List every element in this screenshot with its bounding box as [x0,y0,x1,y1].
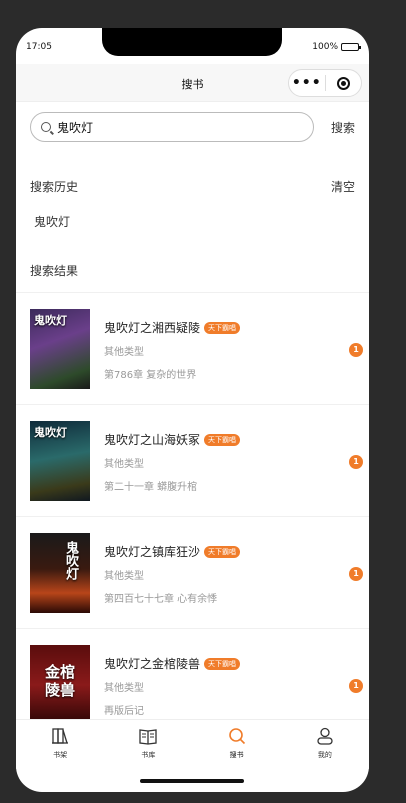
results-heading: 搜索结果 [30,264,79,278]
history-item[interactable]: 鬼吹灯 [34,213,70,230]
clear-history-button[interactable]: 清空 [331,178,355,195]
status-bar: 17:05 100% [26,42,361,56]
phone-frame: 17:05 100% 搜书 ••• 搜索 搜索历史 清空 鬼吹灯 搜索结果 [16,28,369,792]
count-badge: 1 [349,679,363,693]
battery-percent: 100% [312,42,338,52]
latest-chapter: 第二十一章 蟒腹升棺 [104,482,198,493]
latest-chapter: 第786章 复杂的世界 [104,370,197,381]
tab-bar: 书架 书库 搜书 我的 [16,719,369,769]
book-type: 其他类型 [104,459,144,470]
tab-bookshelf[interactable]: 书架 [16,720,104,769]
tab-label: 书库 [141,751,156,759]
book-icon [139,729,158,745]
history-heading: 搜索历史 [30,180,79,194]
book-item[interactable]: 鬼吹灯 鬼吹灯之镇库狂沙 天下霸唱 其他类型 第四百七十七章 心有余悸 1 [16,516,369,628]
latest-chapter: 再版后记 [104,706,144,717]
user-icon [317,727,333,745]
navigation-bar: 搜书 ••• [16,64,369,102]
book-title: 鬼吹灯之镇库狂沙 [104,545,201,559]
book-cover: 金棺陵兽 [30,645,90,725]
book-item[interactable]: 鬼吹灯 鬼吹灯之湘西疑陵 天下霸唱 其他类型 第786章 复杂的世界 1 [16,292,369,404]
count-badge: 1 [349,567,363,581]
book-cover: 鬼吹灯 [30,533,90,613]
history-header: 搜索历史 清空 [30,178,355,195]
miniapp-capsule: ••• [288,69,362,97]
target-circle-icon [336,76,350,90]
search-button[interactable]: 搜索 [331,119,355,136]
search-input[interactable] [57,120,277,134]
book-type: 其他类型 [104,347,144,358]
close-miniapp-button[interactable] [326,76,362,90]
search-icon [41,122,51,132]
count-badge: 1 [349,343,363,357]
more-dots-icon[interactable]: ••• [289,76,325,90]
author-tag: 天下霸唱 [204,657,241,670]
search-icon [228,728,245,745]
tab-profile[interactable]: 我的 [281,720,369,769]
author-tag: 天下霸唱 [204,321,241,334]
battery-indicator: 100% [312,42,361,52]
author-tag: 天下霸唱 [204,433,241,446]
book-type: 其他类型 [104,571,144,582]
tab-label: 书架 [53,751,68,759]
results-list: 鬼吹灯 鬼吹灯之湘西疑陵 天下霸唱 其他类型 第786章 复杂的世界 1 鬼吹灯… [16,292,369,740]
tab-label: 搜书 [229,751,244,759]
book-cover: 鬼吹灯 [30,309,90,389]
latest-chapter: 第四百七十七章 心有余悸 [104,594,218,605]
tab-label: 我的 [317,751,332,759]
book-title: 鬼吹灯之金棺陵兽 [104,657,201,671]
author-tag: 天下霸唱 [204,545,241,558]
book-cover: 鬼吹灯 [30,421,90,501]
book-title: 鬼吹灯之山海妖冢 [104,433,201,447]
tab-library[interactable]: 书库 [104,720,192,769]
battery-icon [341,43,361,51]
count-badge: 1 [349,455,363,469]
bookshelf-icon [52,728,69,744]
tab-search[interactable]: 搜书 [193,720,281,769]
home-indicator [140,779,244,783]
search-row: 搜索 [30,112,355,142]
book-title: 鬼吹灯之湘西疑陵 [104,321,201,335]
book-type: 其他类型 [104,683,144,694]
book-item[interactable]: 鬼吹灯 鬼吹灯之山海妖冢 天下霸唱 其他类型 第二十一章 蟒腹升棺 1 [16,404,369,516]
search-box[interactable] [30,112,314,142]
status-time: 17:05 [26,42,52,52]
